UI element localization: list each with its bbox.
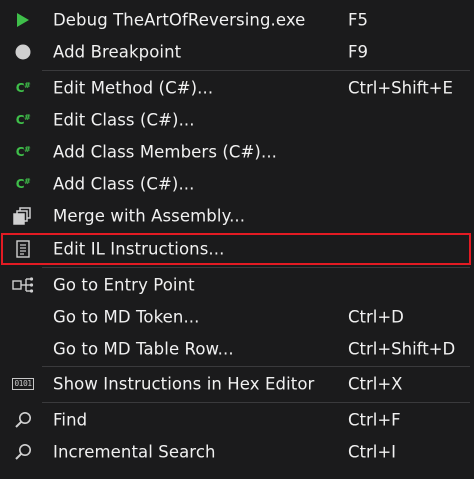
csharp-icon: C #: [15, 176, 31, 192]
menu-separator: [42, 267, 470, 268]
menu-item-shortcut: Ctrl+I: [348, 442, 397, 462]
menu-item-go-to-md-table-row[interactable]: Go to MD Table Row... Ctrl+Shift+D: [0, 333, 474, 365]
search-icon: [8, 441, 38, 463]
csharp-icon: C #: [15, 80, 31, 96]
menu-item-label: Add Class (C#)...: [53, 174, 195, 194]
hex-icon: 0101: [12, 378, 34, 390]
menu-separator: [42, 70, 470, 71]
menu-item-shortcut: Ctrl+X: [348, 374, 403, 394]
search-icon: [8, 409, 38, 431]
menu-item-go-to-md-token[interactable]: Go to MD Token... Ctrl+D: [0, 301, 474, 333]
menu-item-label: Find: [53, 410, 88, 430]
csharp-icon: C #: [15, 112, 31, 128]
menu-item-add-breakpoint[interactable]: Add Breakpoint F9: [0, 36, 474, 68]
context-menu: Debug TheArtOfReversing.exe F5 Add Break…: [0, 0, 474, 479]
menu-item-label: Edit Class (C#)...: [53, 110, 195, 130]
breakpoint-icon: [8, 41, 38, 63]
menu-item-label: Incremental Search: [53, 442, 216, 462]
menu-item-label: Go to MD Table Row...: [53, 339, 234, 359]
menu-item-add-class-members[interactable]: C # Add Class Members (C#)...: [0, 136, 474, 168]
menu-item-shortcut: Ctrl+Shift+D: [348, 339, 456, 359]
menu-item-label: Add Class Members (C#)...: [53, 142, 278, 162]
menu-item-label: Edit Method (C#)...: [53, 78, 214, 98]
menu-item-edit-class[interactable]: C # Edit Class (C#)...: [0, 104, 474, 136]
menu-item-label: Merge with Assembly...: [53, 206, 246, 226]
menu-item-label: Debug TheArtOfReversing.exe: [53, 10, 306, 30]
menu-item-label: Add Breakpoint: [53, 42, 182, 62]
menu-item-label: Go to Entry Point: [53, 275, 195, 295]
menu-item-show-in-hex-editor[interactable]: 0101 Show Instructions in Hex Editor Ctr…: [0, 368, 474, 400]
menu-item-go-to-entry-point[interactable]: Go to Entry Point: [0, 269, 474, 301]
menu-item-shortcut: F9: [348, 42, 368, 62]
menu-item-incremental-search[interactable]: Incremental Search Ctrl+I: [0, 436, 474, 468]
merge-icon: [8, 205, 38, 227]
menu-item-label: Show Instructions in Hex Editor: [53, 374, 315, 394]
menu-separator: [42, 366, 470, 367]
menu-item-shortcut: F5: [348, 10, 368, 30]
menu-item-edit-method[interactable]: C # Edit Method (C#)... Ctrl+Shift+E: [0, 72, 474, 104]
csharp-icon: C #: [15, 144, 31, 160]
menu-item-shortcut: Ctrl+Shift+E: [348, 78, 453, 98]
menu-item-label: Go to MD Token...: [53, 307, 200, 327]
menu-item-merge-with-assembly[interactable]: Merge with Assembly...: [0, 200, 474, 232]
menu-item-debug[interactable]: Debug TheArtOfReversing.exe F5: [0, 4, 474, 36]
highlight-box: [1, 233, 471, 265]
play-icon: [8, 9, 38, 31]
entry-point-icon: [8, 274, 38, 296]
menu-item-shortcut: Ctrl+D: [348, 307, 404, 327]
menu-item-find[interactable]: Find Ctrl+F: [0, 404, 474, 436]
menu-separator: [42, 402, 470, 403]
menu-item-shortcut: Ctrl+F: [348, 410, 401, 430]
menu-item-add-class[interactable]: C # Add Class (C#)...: [0, 168, 474, 200]
